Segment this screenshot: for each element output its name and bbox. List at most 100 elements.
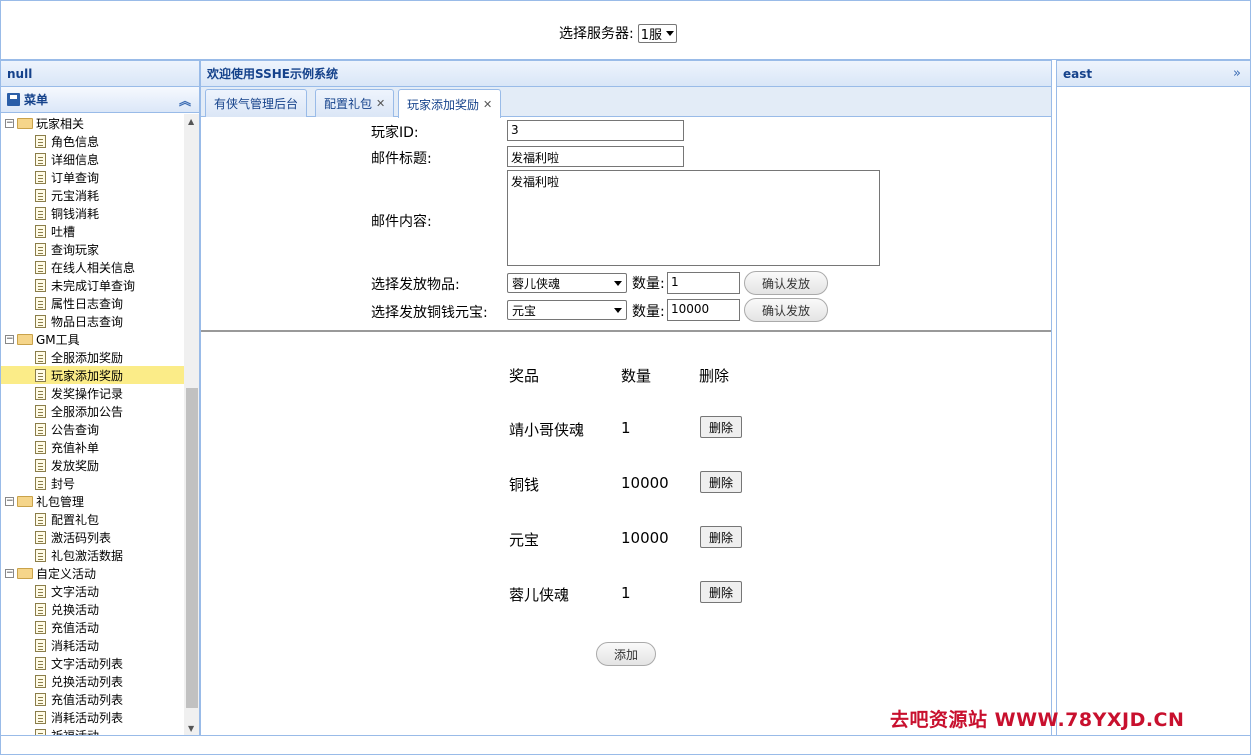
tree-item[interactable]: 兑换活动 xyxy=(1,600,184,618)
tree-group[interactable]: − 礼包管理 xyxy=(1,492,184,510)
west-panel: null 菜单 ︽ − 玩家相关角色信息 详细信息 订单查询 元宝消耗铜钱消耗 吐槽 查询玩… xyxy=(0,60,200,736)
close-icon[interactable]: ✕ xyxy=(376,97,385,110)
tree-item[interactable]: 在线人相关信息 xyxy=(1,258,184,276)
document-icon xyxy=(35,512,46,526)
folder-icon xyxy=(17,117,33,129)
tree-item[interactable]: 全服添加公告 xyxy=(1,402,184,420)
tab-gift-config[interactable]: 配置礼包 ✕ xyxy=(315,89,395,117)
mail-title-input[interactable]: 发福利啦 xyxy=(507,146,684,167)
currency-select[interactable]: 元宝 xyxy=(507,300,627,320)
document-icon xyxy=(35,242,46,256)
scroll-down-icon[interactable]: ▼ xyxy=(188,724,194,733)
collapse-toggle-icon[interactable]: − xyxy=(5,334,14,344)
document-icon xyxy=(35,278,46,292)
reward-qty: 10000 xyxy=(621,474,669,492)
tree-item[interactable]: 发放奖励 xyxy=(1,456,184,474)
tree-item[interactable]: 礼包激活数据 xyxy=(1,546,184,564)
tree-item-label: 角色信息 xyxy=(51,134,100,149)
document-icon xyxy=(35,368,46,382)
tree-item[interactable]: 充值补单 xyxy=(1,438,184,456)
tree-item[interactable]: 全服添加奖励 xyxy=(1,348,184,366)
item-qty-label: 数量: xyxy=(632,276,665,292)
currency-qty-input[interactable]: 10000 xyxy=(667,299,740,321)
west-title: null xyxy=(1,61,199,87)
mail-content-textarea[interactable]: 发福利啦 xyxy=(507,170,880,266)
tree-item[interactable]: 元宝消耗 xyxy=(1,186,184,204)
tree-item-label: 未完成订单查询 xyxy=(51,278,136,293)
close-icon[interactable]: ✕ xyxy=(483,98,492,111)
menu-tree: − 玩家相关角色信息 详细信息 订单查询 元宝消耗铜钱消耗 吐槽 查询玩家 在线人相关信息 未完… xyxy=(1,114,184,735)
tree-item[interactable]: 物品日志查询 xyxy=(1,312,184,330)
document-icon xyxy=(35,584,46,598)
tree-item[interactable]: 文字活动列表 xyxy=(1,654,184,672)
tree-item[interactable]: 未完成订单查询 xyxy=(1,276,184,294)
delete-button[interactable]: 删除 xyxy=(700,581,742,603)
tree-item[interactable]: 充值活动 xyxy=(1,618,184,636)
tree-item-label: 充值活动 xyxy=(51,620,100,635)
player-id-label: 玩家ID: xyxy=(371,125,419,141)
tree-item[interactable]: 充值活动列表 xyxy=(1,690,184,708)
tree-item[interactable]: 玩家添加奖励 xyxy=(1,366,184,384)
scroll-up-icon[interactable]: ▲ xyxy=(188,117,194,126)
delete-button[interactable]: 删除 xyxy=(700,471,742,493)
collapse-toggle-icon[interactable]: − xyxy=(5,496,14,506)
delete-button[interactable]: 删除 xyxy=(700,526,742,548)
player-id-input[interactable]: 3 xyxy=(507,120,684,141)
tree-item[interactable]: 铜钱消耗 xyxy=(1,204,184,222)
tree-item[interactable]: 订单查询 xyxy=(1,168,184,186)
folder-icon xyxy=(17,333,33,345)
reward-name: 蓉儿侠魂 xyxy=(509,586,570,604)
server-select[interactable]: 1服 xyxy=(637,23,677,43)
center-title: 欢迎使用SSHE示例系统 xyxy=(201,61,1051,87)
document-icon xyxy=(35,656,46,670)
tree-item-label: 礼包激活数据 xyxy=(51,548,124,563)
server-selector: 选择服务器: 1服 xyxy=(559,23,677,43)
table-row: 铜钱 10000 删除 xyxy=(509,470,769,500)
tree-item[interactable]: 吐槽 xyxy=(1,222,184,240)
tree-item[interactable]: 消耗活动 xyxy=(1,636,184,654)
tree-item[interactable]: 封号 xyxy=(1,474,184,492)
tree-item-label: 封号 xyxy=(51,476,76,491)
tree-item[interactable]: 激活码列表 xyxy=(1,528,184,546)
tree-group[interactable]: − GM工具 xyxy=(1,330,184,348)
tree-group[interactable]: − 玩家相关 xyxy=(1,114,184,132)
item-qty-input[interactable]: 1 xyxy=(667,272,740,294)
east-title: east xyxy=(1057,61,1250,87)
header-prize: 奖品 xyxy=(509,367,540,385)
currency-confirm-button[interactable]: 确认发放 xyxy=(744,298,828,322)
add-button[interactable]: 添加 xyxy=(596,642,656,666)
tree-item-label: 发放奖励 xyxy=(51,458,100,473)
tree-item[interactable]: 属性日志查询 xyxy=(1,294,184,312)
chevron-down-icon xyxy=(614,280,622,286)
scrollbar-thumb[interactable] xyxy=(186,388,198,708)
tree-item[interactable]: 角色信息 xyxy=(1,132,184,150)
collapse-toggle-icon[interactable]: − xyxy=(5,568,14,578)
tree-scrollbar[interactable]: ▲ ▼ xyxy=(184,114,199,735)
item-label: 选择发放物品: xyxy=(371,277,460,293)
tree-item[interactable]: 详细信息 xyxy=(1,150,184,168)
tree-item-label: 铜钱消耗 xyxy=(51,206,100,221)
tree-item[interactable]: 配置礼包 xyxy=(1,510,184,528)
tree-group[interactable]: − 自定义活动 xyxy=(1,564,184,582)
tab-home[interactable]: 有侠气管理后台 xyxy=(205,89,308,117)
tree-item[interactable]: 文字活动 xyxy=(1,582,184,600)
tree-item[interactable]: 发奖操作记录 xyxy=(1,384,184,402)
tree-item[interactable]: 消耗活动列表 xyxy=(1,708,184,726)
collapse-right-icon[interactable]: » xyxy=(1233,66,1241,81)
item-confirm-button[interactable]: 确认发放 xyxy=(744,271,828,295)
collapse-toggle-icon[interactable]: − xyxy=(5,118,14,128)
tree-item-label: 属性日志查询 xyxy=(51,296,124,311)
tree-item-label: 消耗活动列表 xyxy=(51,710,124,725)
tree-item[interactable]: 公告查询 xyxy=(1,420,184,438)
tree-item[interactable]: 查询玩家 xyxy=(1,240,184,258)
document-icon xyxy=(35,350,46,364)
tree-item[interactable]: 兑换活动列表 xyxy=(1,672,184,690)
collapse-up-icon[interactable]: ︽ xyxy=(179,92,191,109)
item-select[interactable]: 蓉儿侠魂 xyxy=(507,273,627,293)
menu-header[interactable]: 菜单 ︽ xyxy=(1,87,199,113)
tree-item-label: 公告查询 xyxy=(51,422,100,437)
delete-button[interactable]: 删除 xyxy=(700,416,742,438)
document-icon xyxy=(35,314,46,328)
menu-title: 菜单 xyxy=(24,93,49,107)
tab-player-reward[interactable]: 玩家添加奖励 ✕ xyxy=(398,89,502,118)
